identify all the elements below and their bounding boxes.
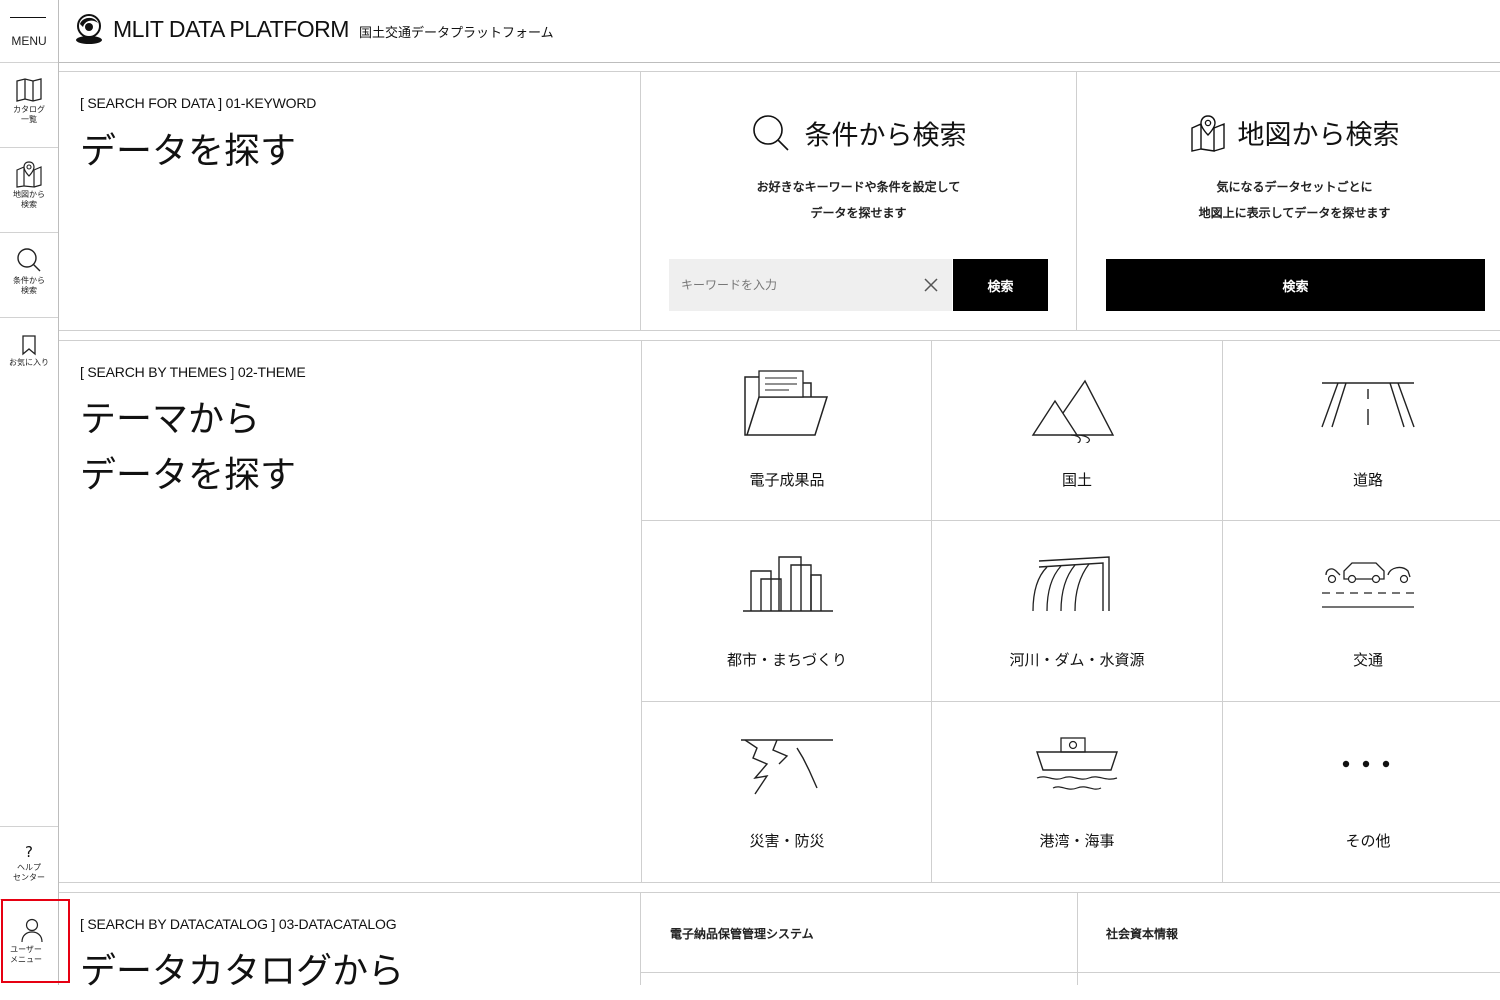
sidebar-item-label: カタログ 一覧	[13, 105, 45, 124]
menu-button[interactable]: MENU	[0, 0, 58, 63]
theme-roads[interactable]: 道路	[1223, 341, 1500, 521]
keyword-input[interactable]	[669, 259, 921, 311]
book-open-icon	[16, 78, 42, 102]
sidebar-item-catalog[interactable]: カタログ 一覧	[0, 63, 58, 148]
catalog-section-title: データカタログから	[80, 951, 405, 992]
map-pin-icon	[1190, 114, 1225, 152]
sidebar-item-condition-search[interactable]: 条件から 検索	[0, 233, 58, 318]
user-icon	[20, 918, 43, 943]
theme-label: 電子成果品	[749, 471, 825, 489]
theme-national-land[interactable]: 国土	[932, 341, 1222, 521]
theme-label: 災害・防災	[749, 832, 825, 850]
map-search-title: 地図から検索	[1237, 120, 1400, 151]
theme-ports-maritime[interactable]: 港湾・海事	[932, 702, 1222, 882]
traffic-cars-icon	[1322, 562, 1414, 608]
divider	[641, 972, 1500, 973]
condition-search-title: 条件から検索	[804, 120, 967, 152]
theme-label: 道路	[1352, 471, 1383, 489]
map-search-button[interactable]: 検索	[1106, 259, 1485, 311]
keyword-section-label: [ SEARCH FOR DATA ] 01-KEYWORD	[80, 95, 317, 111]
sidebar-item-label: 条件から 検索	[13, 276, 45, 295]
ship-icon	[1036, 737, 1118, 790]
divider	[1077, 893, 1078, 985]
theme-label: 港湾・海事	[1039, 832, 1115, 850]
catalog-section-label: [ SEARCH BY DATACATALOG ] 03-DATACATALOG	[80, 916, 397, 932]
map-search-description: 気になるデータセットごとに 地図上に表示してデータを探せます	[1198, 180, 1391, 220]
bookmark-icon	[22, 335, 36, 356]
user-menu-label: ユーザー メニュー	[10, 945, 42, 964]
mountain-icon	[1031, 379, 1115, 443]
catalog-item-electronic-delivery-system[interactable]: 電子納品保管管理システム	[670, 925, 814, 942]
sidebar-item-label: 地図から 検索	[13, 190, 45, 209]
search-icon	[17, 248, 41, 272]
theme-disaster-prevention[interactable]: 災害・防災	[642, 702, 932, 882]
clear-icon[interactable]	[921, 275, 941, 295]
divider	[59, 892, 1500, 893]
sidebar-item-favorites[interactable]: お気に入り	[0, 318, 58, 386]
user-menu-button[interactable]: ユーザー メニュー	[1, 899, 70, 983]
dam-icon	[1032, 556, 1110, 612]
theme-rivers-dams-water[interactable]: 河川・ダム・水資源	[932, 521, 1222, 701]
divider	[59, 330, 1500, 331]
divider	[640, 893, 641, 985]
folder-icon	[744, 370, 829, 436]
theme-section-label: [ SEARCH BY THEMES ] 02-THEME	[80, 364, 306, 380]
hamburger-icon	[10, 17, 46, 25]
condition-search-description: お好きなキーワードや条件を設定して データを探せます	[756, 180, 961, 220]
condition-search-button[interactable]: 検索	[953, 259, 1048, 311]
search-icon	[752, 115, 789, 151]
catalog-item-social-capital-info[interactable]: 社会資本情報	[1106, 925, 1178, 942]
sidebar-item-map-search[interactable]: 地図から 検索	[0, 148, 58, 233]
theme-section-title: テーマから データを探す	[80, 399, 297, 496]
help-label: ヘルプ センター	[13, 863, 45, 882]
more-dots-icon	[1342, 760, 1390, 768]
theme-label: 交通	[1352, 651, 1383, 669]
mlit-logo-icon[interactable]	[74, 14, 104, 46]
menu-label: MENU	[11, 34, 47, 48]
road-icon	[1321, 382, 1415, 428]
city-buildings-icon	[743, 556, 833, 612]
brand-subtitle: 国土交通データプラットフォーム	[359, 26, 554, 41]
sidebar-item-label: お気に入り	[9, 358, 49, 367]
theme-transportation[interactable]: 交通	[1223, 521, 1500, 701]
keyword-section-title: データを探す	[80, 131, 297, 172]
keyword-search-box	[669, 259, 952, 311]
theme-label: その他	[1345, 832, 1391, 850]
theme-electronic-deliverables[interactable]: 電子成果品	[642, 341, 932, 521]
disaster-crack-icon	[741, 739, 833, 795]
sidebar: MENU カタログ 一覧 地図から 検索 条件から 検索 お気に入り ? ヘルプ…	[0, 0, 70, 985]
brand-title[interactable]: MLIT DATA PLATFORM	[113, 16, 349, 43]
help-icon: ?	[25, 843, 33, 861]
theme-other[interactable]: その他	[1223, 702, 1500, 882]
theme-label: 都市・まちづくり	[726, 651, 847, 669]
divider	[59, 71, 1500, 72]
header: MLIT DATA PLATFORM 国土交通データプラットフォーム	[59, 0, 1500, 63]
theme-label: 国土	[1061, 471, 1092, 489]
divider	[59, 882, 1500, 883]
map-search-heading: 地図から検索	[1077, 113, 1500, 152]
theme-label: 河川・ダム・水資源	[1009, 651, 1145, 669]
help-center-button[interactable]: ? ヘルプ センター	[0, 826, 58, 900]
condition-search-heading: 条件から検索	[641, 113, 1076, 153]
theme-city-planning[interactable]: 都市・まちづくり	[642, 521, 932, 701]
map-pin-icon	[16, 161, 42, 188]
